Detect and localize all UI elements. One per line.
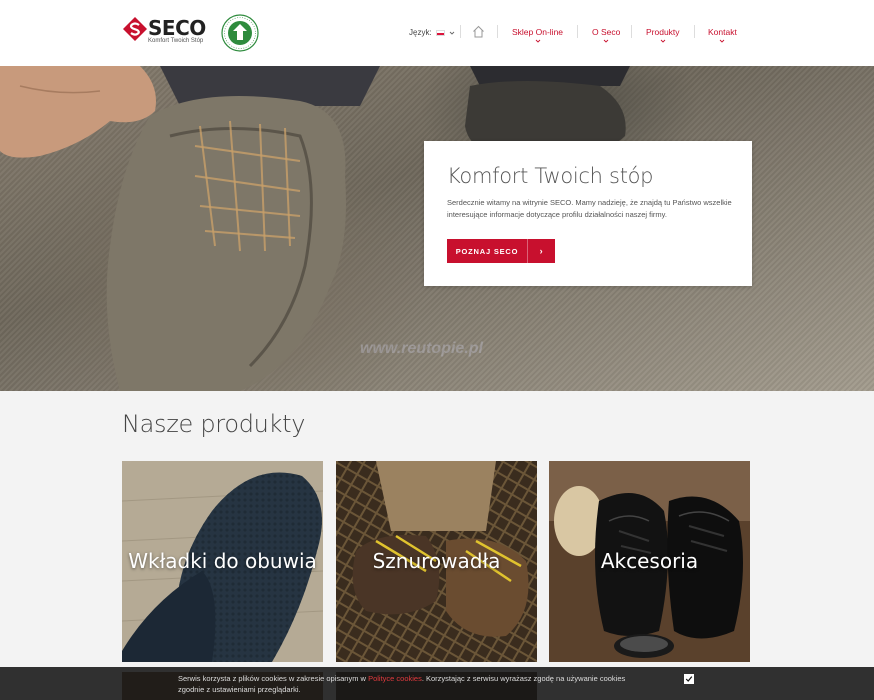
cookie-text: Serwis korzysta z plików cookies w zakre…	[178, 673, 648, 695]
seco-logo-icon	[123, 17, 147, 41]
site-header: SECO Komfort Twoich Stóp Język: Sklep On…	[0, 0, 874, 66]
nav-item-label: Kontakt	[708, 27, 737, 37]
product-title: Akcesoria	[600, 549, 699, 573]
seco-logo[interactable]: SECO Komfort Twoich Stóp	[122, 15, 208, 49]
products-section-title: Nasze produkty	[122, 410, 306, 438]
nav-divider	[577, 25, 578, 38]
cookie-policy-link[interactable]: Polityce cookies	[368, 674, 422, 683]
nav-item-o-seco[interactable]: O Seco	[592, 27, 620, 43]
hero-description: Serdecznie witamy na witrynie SECO. Mamy…	[447, 198, 732, 219]
hero-card: Komfort Twoich stóp Serdecznie witamy na…	[424, 141, 752, 286]
nav-divider	[631, 25, 632, 38]
language-selector[interactable]: Język:	[409, 28, 455, 37]
chevron-right-icon: ›	[527, 239, 555, 263]
chevron-down-icon	[603, 39, 609, 43]
product-title: Sznurowadła	[372, 549, 501, 573]
polish-flag-icon	[435, 29, 445, 36]
nav-item-produkty[interactable]: Produkty	[646, 27, 680, 43]
nav-item-label: Sklep On-line	[512, 27, 564, 37]
nav-item-label: O Seco	[592, 27, 621, 37]
nav-divider	[497, 25, 498, 38]
watermark-text: www.reutopie.pl	[360, 340, 483, 357]
chevron-down-icon	[660, 39, 666, 43]
chevron-down-icon	[720, 39, 725, 43]
button-label: POZNAJ SECO	[455, 246, 519, 256]
logo-text: SECO	[148, 16, 206, 40]
nav-item-kontakt[interactable]: Kontakt	[708, 27, 737, 43]
nav-item-sklep-online[interactable]: Sklep On-line	[512, 27, 563, 43]
nav-item-label: Produkty	[646, 27, 680, 37]
cookie-bar: Serwis korzysta z plików cookies w zakre…	[0, 667, 874, 700]
hero-title: Komfort Twoich stóp	[447, 164, 654, 188]
chevron-down-icon	[449, 31, 454, 35]
organic-textile-badge-icon	[221, 14, 259, 52]
nav-divider	[694, 25, 695, 38]
cookie-text-before: Serwis korzysta z plików cookies w zakre…	[178, 674, 369, 683]
language-label: Język:	[409, 28, 432, 37]
cookie-accept-checkbox[interactable]	[684, 674, 694, 684]
product-card-wkladki[interactable]: Wkładki do obuwia	[122, 461, 323, 662]
product-title: Wkładki do obuwia	[128, 549, 317, 573]
home-icon[interactable]	[472, 25, 485, 38]
nav-divider	[460, 25, 461, 38]
product-card-sznurowadla[interactable]: Sznurowadła	[336, 461, 537, 662]
check-icon	[685, 676, 693, 682]
logo-tagline: Komfort Twoich Stóp	[148, 38, 204, 44]
poznaj-seco-button[interactable]: POZNAJ SECO ›	[447, 239, 555, 263]
product-card-akcesoria[interactable]: Akcesoria	[549, 461, 750, 662]
chevron-down-icon	[535, 39, 540, 43]
